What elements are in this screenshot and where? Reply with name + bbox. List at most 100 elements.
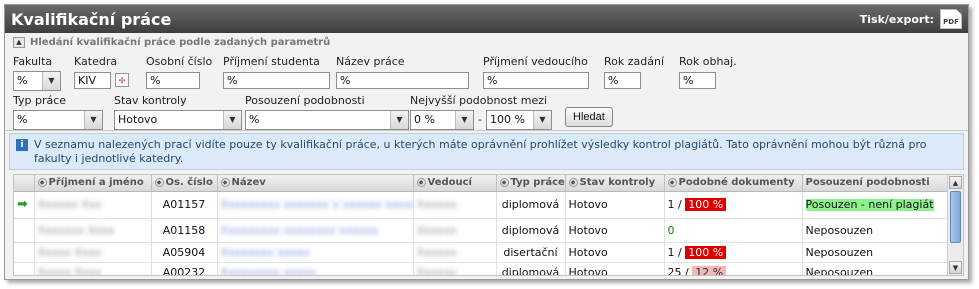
thesis-title-link-redacted[interactable]: Xxxxxxxx xxxxx (221, 246, 310, 259)
thesis-title-link-redacted[interactable]: Xxxxxxxxx xxxxx (221, 266, 317, 276)
supervisor-redacted: Xxxxxx (416, 265, 457, 276)
prijmeni-vedouciho-input[interactable] (483, 72, 589, 89)
prijmeni-studenta-input[interactable] (223, 72, 330, 89)
stav-kontroly-value: Hotovo (118, 113, 158, 126)
katedra-picker-icon[interactable]: ✣ (115, 73, 129, 87)
podobne-cell[interactable]: 1 / 100 % (664, 242, 803, 263)
podobnost-to-select[interactable]: 100 % ▼ (486, 110, 552, 130)
podobnost-from-select[interactable]: 0 % ▼ (410, 110, 474, 130)
results-table-wrap: ◆ Příjmení a jméno ◆ Os. číslo ◆ Název ◆ Ved… (13, 174, 964, 276)
row-pointer-cell (14, 262, 35, 275)
podobne-count: 1 / (667, 245, 682, 259)
os-cislo-cell: A01158 (151, 218, 218, 243)
rok-obhaj-input[interactable] (679, 72, 716, 89)
podobne-percent: 12 % (692, 265, 727, 275)
hledat-button[interactable]: Hledat (565, 107, 613, 127)
stav-kontroly-select[interactable]: Hotovo ▼ (114, 110, 242, 130)
prijmeni-studenta-label: Příjmení studenta (223, 55, 320, 68)
title-bar: Kvalifikační práce Tisk/export: PDF (5, 5, 968, 33)
pdf-icon-label: PDF (943, 18, 959, 26)
chevron-down-icon: ▼ (84, 111, 102, 129)
nazev-cell[interactable]: Xxxxxxxxx xxxxxxxx xxxxxx (217, 218, 414, 243)
scrollbar-thumb[interactable] (950, 191, 961, 243)
supervisor-redacted: Xxxxxx (416, 198, 457, 211)
table-header-row: ◆ Příjmení a jméno ◆ Os. číslo ◆ Název ◆ Ved… (14, 175, 948, 192)
column-label: Název (231, 177, 266, 189)
vedouci-cell: Xxxxxx (413, 191, 497, 219)
column-header-os-cislo[interactable]: ◆ Os. číslo (151, 175, 218, 192)
nazev-cell[interactable]: Xxxxxxxx xxxxx (217, 242, 414, 263)
table-row[interactable]: Xxxxx Xxxx A00232 Xxxxxxxxx xxxxx Xxxxxx… (14, 262, 948, 276)
nazev-cell[interactable]: Xxxxxxxxx xxxxxxx x xxxxxx xxxxxx (217, 191, 414, 219)
table-row[interactable]: ➡ Xxxxxx Xxx A01157 Xxxxxxxxx xxxxxxx x … (14, 191, 948, 219)
student-name-redacted: Xxxxx Xxxx (37, 245, 102, 259)
os-cislo-cell: A05904 (151, 242, 218, 263)
info-icon: i (16, 139, 28, 151)
posouzeni-podobnosti-value: % (249, 113, 260, 126)
column-header-posouzeni[interactable]: Posouzení podobnosti (802, 175, 948, 192)
posouzeni-cell: Neposouzen (802, 262, 948, 275)
nazev-prace-label: Název práce (336, 55, 405, 68)
row-pointer-cell (14, 242, 35, 263)
thesis-title-link-redacted[interactable]: Xxxxxxxxx xxxxxxxx xxxxxx (221, 224, 379, 237)
podobne-cell[interactable]: 25 / 12 % (664, 262, 803, 275)
sort-icon: ◆ (499, 177, 509, 187)
scroll-down-icon[interactable]: ▼ (949, 261, 962, 274)
typ-prace-cell: diplomová (496, 218, 566, 243)
podobne-cell[interactable]: 1 / 100 % (664, 191, 803, 219)
vedouci-cell: Xxxxxx (413, 218, 497, 243)
search-section-header[interactable]: ▲ Hledání kvalifikační práce podle zadan… (5, 33, 968, 51)
column-header-nazev[interactable]: ◆ Název (217, 175, 414, 192)
posouzeni-podobnosti-select[interactable]: % ▼ (245, 110, 409, 130)
sort-icon: ◆ (416, 177, 426, 187)
fakulta-select[interactable]: % ▼ (13, 71, 61, 91)
column-header-typ-prace[interactable]: ◆ Typ práce (496, 175, 566, 192)
table-row[interactable]: Xxxxxxx Xxxx A01158 Xxxxxxxxx xxxxxxxx x… (14, 218, 948, 243)
column-label: Stav kontroly (579, 177, 656, 189)
rok-zadani-label: Rok zadání (604, 55, 665, 68)
table-scrollbar[interactable]: ▲ ▼ (947, 175, 963, 275)
posouzeni-status: Posouzen - není plagiát (805, 198, 934, 211)
collapse-up-icon[interactable]: ▲ (13, 36, 25, 48)
table-row[interactable]: Xxxxx Xxxx A05904 Xxxxxxxx xxxxx Xxxxxx … (14, 242, 948, 263)
column-header-stav-kontroly[interactable]: ◆ Stav kontroly (565, 175, 665, 192)
pdf-export-icon[interactable]: PDF (940, 9, 962, 29)
nazev-cell[interactable]: Xxxxxxxxx xxxxx (217, 262, 414, 276)
column-label: Příjmení a jméno (48, 177, 144, 189)
osobni-cislo-input[interactable] (146, 72, 200, 89)
selected-row-arrow-icon: ➡ (17, 197, 28, 212)
column-header-podobne-dokumenty[interactable]: ◆ Podobné dokumenty (664, 175, 803, 192)
chevron-down-icon: ▼ (390, 111, 408, 129)
page-title: Kvalifikační práce (11, 9, 172, 29)
rok-zadani-input[interactable] (604, 72, 641, 89)
scroll-up-icon[interactable]: ▲ (949, 176, 962, 189)
supervisor-redacted: Xxxxxx (416, 223, 457, 237)
stav-cell: Hotovo (565, 191, 665, 219)
os-cislo-cell: A00232 (151, 262, 218, 275)
chevron-down-icon: ▼ (223, 111, 241, 129)
column-header-vedouci[interactable]: ◆ Vedoucí (413, 175, 497, 192)
sort-icon: ◆ (220, 177, 230, 187)
podobnost-to-value: 100 % (490, 113, 525, 126)
posouzeni-podobnosti-label: Posouzení podobnosti (245, 94, 365, 107)
row-pointer-cell: ➡ (14, 191, 35, 219)
column-label: Posouzení podobnosti (805, 177, 930, 189)
katedra-input[interactable] (74, 72, 111, 89)
nazev-prace-input[interactable] (336, 72, 469, 89)
thesis-title-link-redacted[interactable]: Xxxxxxxxx xxxxxxx x xxxxxx xxxxxx (221, 198, 413, 211)
posouzeni-cell: Neposouzen (802, 218, 948, 243)
column-header-prijmeni[interactable]: ◆ Příjmení a jméno (34, 175, 152, 192)
typ-prace-cell: disertační (496, 242, 566, 263)
os-cislo-cell: A01157 (151, 191, 218, 219)
stav-kontroly-label: Stav kontroly (114, 94, 187, 107)
chevron-down-icon: ▼ (533, 111, 551, 129)
typ-prace-label: Typ práce (13, 94, 67, 107)
typ-prace-select[interactable]: % ▼ (13, 110, 103, 130)
student-name-cell: Xxxxx Xxxx (34, 242, 152, 263)
column-label: Os. číslo (165, 177, 213, 189)
sort-icon: ◆ (667, 177, 677, 187)
podobnost-separator: - (478, 113, 482, 126)
chevron-down-icon: ▼ (42, 72, 60, 90)
podobne-cell[interactable]: 0 (664, 218, 803, 243)
podobne-percent: 100 % (685, 245, 727, 259)
